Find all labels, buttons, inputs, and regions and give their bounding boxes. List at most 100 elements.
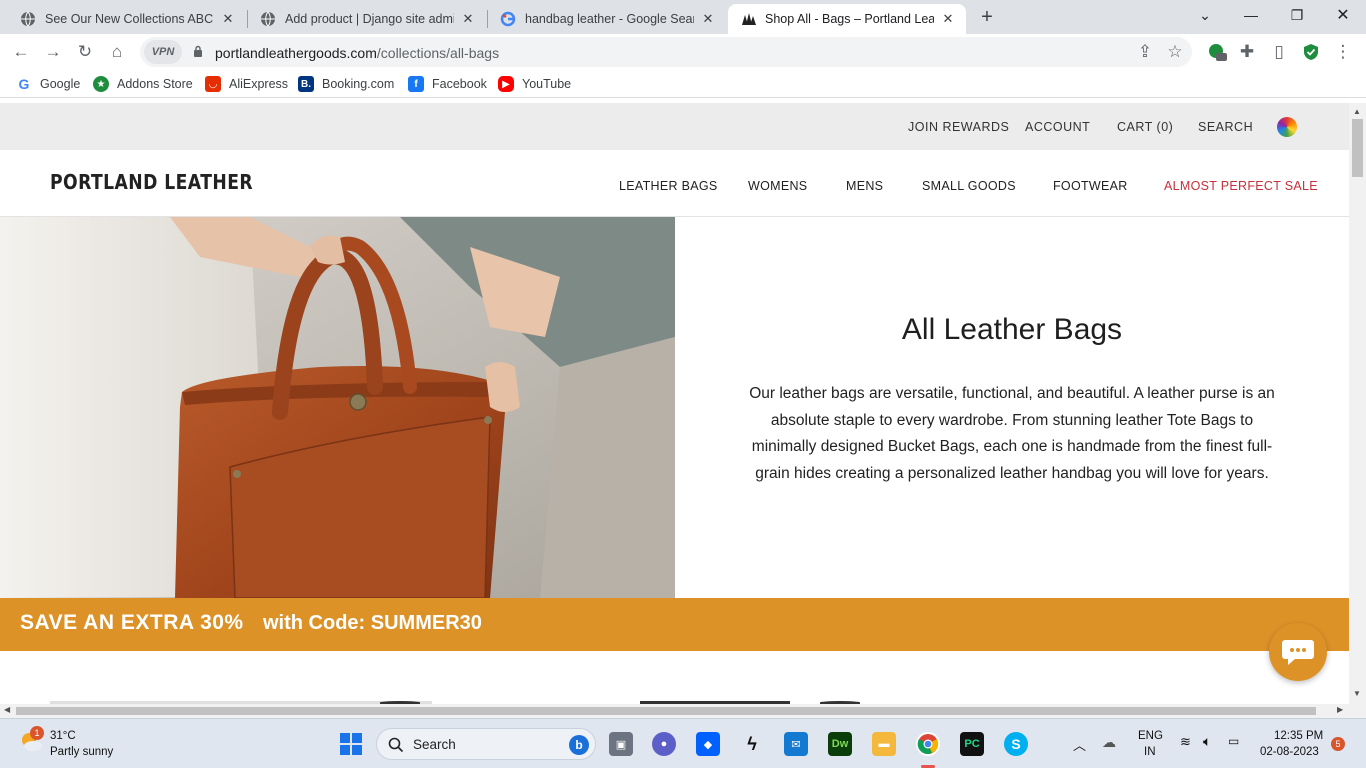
booking-icon: B. <box>298 76 314 92</box>
tab-title: handbag leather - Google Search <box>525 12 694 26</box>
vpn-badge[interactable]: VPN <box>144 40 182 64</box>
pycharm-icon[interactable]: PC <box>960 732 984 756</box>
search-icon <box>388 737 404 753</box>
bookmark-google[interactable]: G Google <box>16 76 81 92</box>
clock-time[interactable]: 12:35 PM <box>1274 730 1323 742</box>
tab-title: Shop All - Bags – Portland Leather Goods <box>765 12 934 26</box>
skype-icon[interactable]: S <box>1004 732 1028 756</box>
google-icon: G <box>18 76 30 92</box>
cart-link[interactable]: CART (0) <box>1117 120 1173 134</box>
tab-abc-store[interactable]: See Our New Collections ABC STORE ✕ <box>8 4 246 34</box>
mail-icon[interactable]: ✉ <box>784 732 808 756</box>
bookmark-facebook[interactable]: f Facebook <box>408 76 487 92</box>
join-rewards-link[interactable]: JOIN REWARDS <box>908 120 1009 134</box>
tab-portland-leather[interactable]: Shop All - Bags – Portland Leather Goods… <box>728 4 966 34</box>
nav-almost-perfect-sale[interactable]: ALMOST PERFECT SALE <box>1164 179 1318 193</box>
bookmark-booking[interactable]: B. Booking.com <box>298 76 394 92</box>
bing-icon: b <box>569 735 589 755</box>
chrome-icon[interactable] <box>916 732 940 756</box>
nav-leather-bags[interactable]: LEATHER BAGS <box>619 179 718 193</box>
notification-badge[interactable]: 5 <box>1331 737 1345 751</box>
hero-text-panel: All Leather Bags Our leather bags are ve… <box>675 217 1349 598</box>
back-icon[interactable]: ← <box>8 39 34 65</box>
minimize-icon[interactable]: — <box>1228 0 1274 30</box>
page-viewport: JOIN REWARDS ACCOUNT CART (0) SEARCH POR… <box>0 103 1349 704</box>
close-icon[interactable]: ✕ <box>700 11 716 27</box>
close-icon[interactable]: ✕ <box>460 11 476 27</box>
new-tab-button[interactable]: + <box>976 6 998 28</box>
bookmark-label: Addons Store <box>117 77 193 91</box>
close-icon[interactable]: ✕ <box>940 11 956 27</box>
teams-chat-icon[interactable]: ● <box>652 732 676 756</box>
globe-icon <box>20 11 36 27</box>
url-text[interactable]: portlandleathergoods.com/collections/all… <box>215 45 499 61</box>
bookmark-addons-store[interactable]: ★ Addons Store <box>93 76 193 92</box>
bolt-app-icon[interactable]: ϟ <box>740 732 764 756</box>
weather-badge: 1 <box>30 726 44 740</box>
facebook-icon: f <box>408 76 424 92</box>
product-grid-peek <box>0 651 1349 704</box>
tray-overflow-chevron-icon[interactable]: ︿ <box>1073 735 1086 754</box>
bookmark-youtube[interactable]: ▶ YouTube <box>498 76 571 92</box>
collection-hero: All Leather Bags Our leather bags are ve… <box>0 217 1349 598</box>
site-logo[interactable]: PORTLAND LEATHER <box>50 170 253 194</box>
wifi-icon[interactable]: ≋ <box>1180 734 1191 750</box>
close-icon[interactable]: ✕ <box>220 11 236 27</box>
volume-icon[interactable]: 🔈︎ <box>1203 733 1211 750</box>
language-region[interactable]: IN <box>1144 746 1156 758</box>
bookmark-label: Facebook <box>432 77 487 91</box>
nav-small-goods[interactable]: SMALL GOODS <box>922 179 1016 193</box>
bookmarks-bar: G Google ★ Addons Store ◡ AliExpress B. … <box>0 70 1366 98</box>
globe-icon <box>260 11 276 27</box>
home-icon[interactable]: ⌂ <box>104 39 130 65</box>
weather-condition: Partly sunny <box>50 746 114 758</box>
live-chat-button[interactable] <box>1269 623 1327 681</box>
horizontal-scrollbar[interactable]: ◀ ▶ <box>0 704 1366 718</box>
dreamweaver-icon[interactable]: Dw <box>828 732 852 756</box>
bookmark-label: Booking.com <box>322 77 395 91</box>
weather-widget[interactable]: 1 31°C Partly sunny <box>18 726 113 759</box>
taskbar-search[interactable]: Search b <box>376 728 596 760</box>
lock-icon[interactable] <box>193 45 203 58</box>
reload-icon[interactable]: ↻ <box>72 39 98 65</box>
file-explorer-icon[interactable]: ▬ <box>872 732 896 756</box>
share-icon[interactable]: ⇪ <box>1132 39 1158 65</box>
task-view-icon[interactable]: ▣ <box>609 732 633 756</box>
restore-icon[interactable]: ❐ <box>1274 0 1320 30</box>
vertical-scrollbar[interactable]: ▲ ▼ <box>1349 103 1366 704</box>
account-link[interactable]: ACCOUNT <box>1025 120 1090 134</box>
search-link[interactable]: SEARCH <box>1198 120 1253 134</box>
windows-start-icon[interactable] <box>339 732 363 756</box>
vertical-scroll-thumb[interactable] <box>1352 119 1363 177</box>
google-icon <box>500 11 516 27</box>
tab-google-search[interactable]: handbag leather - Google Search ✕ <box>488 4 726 34</box>
dropbox-icon[interactable]: ◆ <box>696 732 720 756</box>
side-panel-icon[interactable]: ▯ <box>1266 39 1292 65</box>
horizontal-scroll-thumb[interactable] <box>16 707 1316 715</box>
extension-badge-icon[interactable] <box>1204 39 1230 65</box>
portland-trees-icon <box>740 11 756 27</box>
forward-icon[interactable]: → <box>40 39 66 65</box>
nav-womens[interactable]: WOMENS <box>748 179 807 193</box>
collection-description: Our leather bags are versatile, function… <box>749 385 1275 482</box>
nav-mens[interactable]: MENS <box>846 179 883 193</box>
shield-check-icon[interactable] <box>1298 39 1324 65</box>
bookmark-aliexpress[interactable]: ◡ AliExpress <box>205 76 288 92</box>
window-close-icon[interactable]: ✕ <box>1320 0 1366 30</box>
cloud-icon[interactable]: ☁ <box>1102 734 1116 751</box>
browser-menu-icon[interactable]: ⋮ <box>1330 39 1356 65</box>
nav-footwear[interactable]: FOOTWEAR <box>1053 179 1128 193</box>
language-code[interactable]: ENG <box>1138 730 1163 742</box>
bookmark-star-icon[interactable]: ☆ <box>1162 39 1188 65</box>
address-bar[interactable]: VPN portlandleathergoods.com/collections… <box>140 37 1192 67</box>
clock-date[interactable]: 02-08-2023 <box>1260 746 1319 758</box>
battery-icon[interactable]: ▭ <box>1228 734 1239 748</box>
promo-code: with Code: SUMMER30 <box>263 612 482 634</box>
promo-banner[interactable]: SAVE AN EXTRA 30% with Code: SUMMER30 <box>0 598 1349 651</box>
tab-django-admin[interactable]: Add product | Django site admin ✕ <box>248 4 486 34</box>
addons-icon: ★ <box>93 76 109 92</box>
color-wheel-icon[interactable] <box>1277 117 1297 137</box>
extensions-puzzle-icon[interactable]: ✚ <box>1234 39 1260 65</box>
main-navigation: PORTLAND LEATHER LEATHER BAGS WOMENS MEN… <box>0 150 1349 217</box>
tab-search-chevron-icon[interactable]: ⌄ <box>1182 0 1228 30</box>
